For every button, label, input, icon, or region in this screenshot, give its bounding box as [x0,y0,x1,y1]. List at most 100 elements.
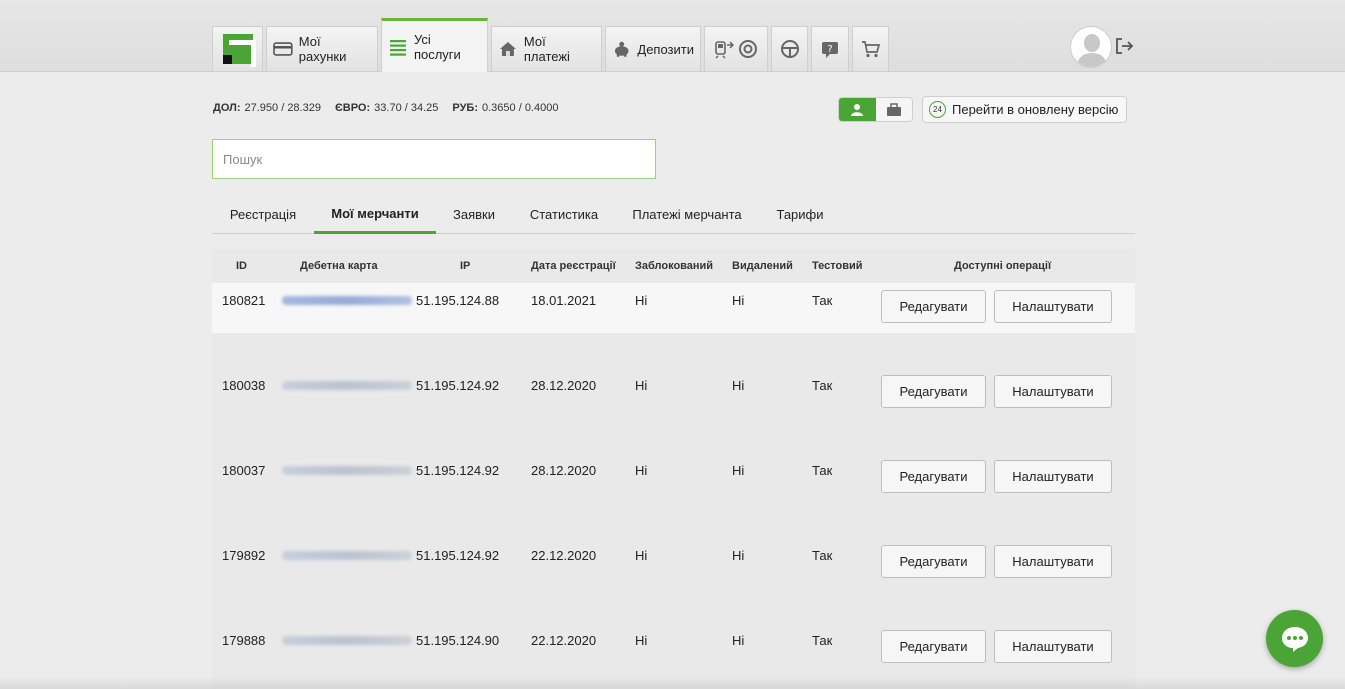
merchant-id[interactable]: 180821 [222,293,265,308]
piggy-bank-icon [614,41,629,57]
header-debit-card: Дебетна карта [300,260,378,272]
deleted-status: Ні [732,378,745,393]
tab-transport-services[interactable] [704,26,768,71]
badge-24-icon: 24 [929,101,946,118]
edit-button[interactable]: Редагувати [881,375,986,408]
merchants-table: ID Дебетна карта IP Дата реєстрації Забл… [212,249,1135,689]
briefcase-icon [886,102,901,116]
tab-deposits-label: Депозити [637,41,694,57]
header-test: Тестовий [812,260,863,272]
test-status: Так [812,548,833,563]
blocked-status: Ні [635,293,648,308]
blocked-status: Ні [635,378,648,393]
cart-icon [861,41,880,58]
edit-button[interactable]: Редагувати [881,460,986,493]
exchange-rates: ДОЛ: 27.950 / 28.329 ЄВРО: 33.70 / 34.25 Р… [213,102,558,114]
registration-date: 22.12.2020 [531,633,597,648]
merchant-id[interactable]: 180038 [222,378,265,393]
tab-my-accounts[interactable]: Мої рахунки [266,26,378,71]
usd-label: ДОЛ: [213,102,241,114]
chat-button[interactable] [1266,610,1323,667]
test-status: Так [812,463,833,478]
steering-wheel-icon [780,40,799,58]
header-ip: IP [460,260,471,272]
subtab-merchant-payments[interactable]: Платежі мерчанта [622,196,752,233]
blocked-status: Ні [635,463,648,478]
blocked-status: Ні [635,633,648,648]
tab-auto-services[interactable] [771,26,808,71]
subtab-applications[interactable]: Заявки [444,196,504,233]
business-account-toggle[interactable] [876,98,913,121]
eur-label: ЄВРО: [334,102,371,114]
deleted-status: Ні [732,633,745,648]
debit-card-masked [282,636,412,645]
table-row: 180821 51.195.124.88 18.01.2021 Ні Ні Та… [212,283,1135,333]
bottom-shadow [0,676,1345,689]
registration-date: 28.12.2020 [531,463,597,478]
blocked-status: Ні [635,548,648,563]
svg-text:?: ? [827,44,832,55]
deleted-status: Ні [732,293,745,308]
test-status: Так [812,633,833,648]
home-logo-tab[interactable] [212,26,263,71]
merchant-id[interactable]: 179888 [222,633,265,648]
configure-button[interactable]: Налаштувати [994,290,1112,323]
lifebuoy-icon [739,40,757,58]
configure-button[interactable]: Налаштувати [994,460,1112,493]
usd-value: 27.950 / 28.329 [244,102,321,114]
configure-button[interactable]: Налаштувати [994,545,1112,578]
merchant-ip: 51.195.124.92 [416,463,500,478]
debit-card-masked [282,551,412,560]
header-registration-date: Дата реєстрації [531,260,616,272]
user-avatar[interactable] [1070,26,1112,68]
registration-date: 28.12.2020 [531,378,597,393]
tab-all-services-label: Усі послуги [413,31,461,62]
header-id: ID [236,260,247,272]
search-input[interactable] [212,139,656,179]
deleted-status: Ні [732,463,745,478]
subtab-tariffs[interactable]: Тарифи [768,196,832,233]
configure-button[interactable]: Налаштувати [994,375,1112,408]
transport-icon [715,41,734,59]
subtab-my-merchants[interactable]: Мої мерчанти [314,196,436,234]
tab-my-payments-label: Мої платежі [523,34,570,64]
tab-my-payments[interactable]: Мої платежі [491,26,602,71]
tab-help[interactable]: ? [811,26,849,71]
merchant-ip: 51.195.124.90 [416,633,500,648]
subtab-registration[interactable]: Реєстрація [220,196,306,233]
merchant-id[interactable]: 180037 [222,463,265,478]
eur-rate: ЄВРО: 33.70 / 34.25 [335,102,438,114]
tab-my-accounts-label: Мої рахунки [298,34,347,64]
rub-value: 0.3650 / 0.4000 [482,102,559,114]
new-version-button[interactable]: 24 Перейти в оновлену версію [922,96,1127,123]
merchant-ip: 51.195.124.88 [416,293,500,308]
header-available-operations: Доступні операції [954,260,1052,272]
edit-button[interactable]: Редагувати [881,630,986,663]
tab-all-services[interactable]: Усі послуги [381,18,488,72]
rub-label: РУБ: [452,102,478,114]
bank-logo [222,34,256,67]
list-icon [389,39,406,56]
header-deleted: Видалений [732,260,793,272]
registration-date: 22.12.2020 [531,548,597,563]
merchant-id[interactable]: 179892 [222,548,265,563]
debit-card-masked [282,296,412,305]
usd-rate: ДОЛ: 27.950 / 28.329 [213,102,321,114]
subtab-statistics[interactable]: Статистика [518,196,610,233]
table-row: 180037 51.195.124.92 28.12.2020 Ні Ні Та… [212,418,1135,503]
configure-button[interactable]: Налаштувати [994,630,1112,663]
test-status: Так [812,378,833,393]
eur-value: 33.70 / 34.25 [374,102,439,114]
edit-button[interactable]: Редагувати [881,290,986,323]
table-row: 179892 51.195.124.92 22.12.2020 Ні Ні Та… [212,503,1135,588]
tab-shop[interactable] [852,26,889,71]
registration-date: 18.01.2021 [531,293,597,308]
tab-deposits[interactable]: Депозити [605,26,701,71]
debit-card-masked [282,381,412,390]
logout-icon[interactable] [1114,36,1134,56]
person-icon [851,103,864,116]
debit-card-masked [282,466,412,475]
personal-account-toggle[interactable] [839,98,876,121]
card-icon [273,42,293,56]
edit-button[interactable]: Редагувати [881,545,986,578]
